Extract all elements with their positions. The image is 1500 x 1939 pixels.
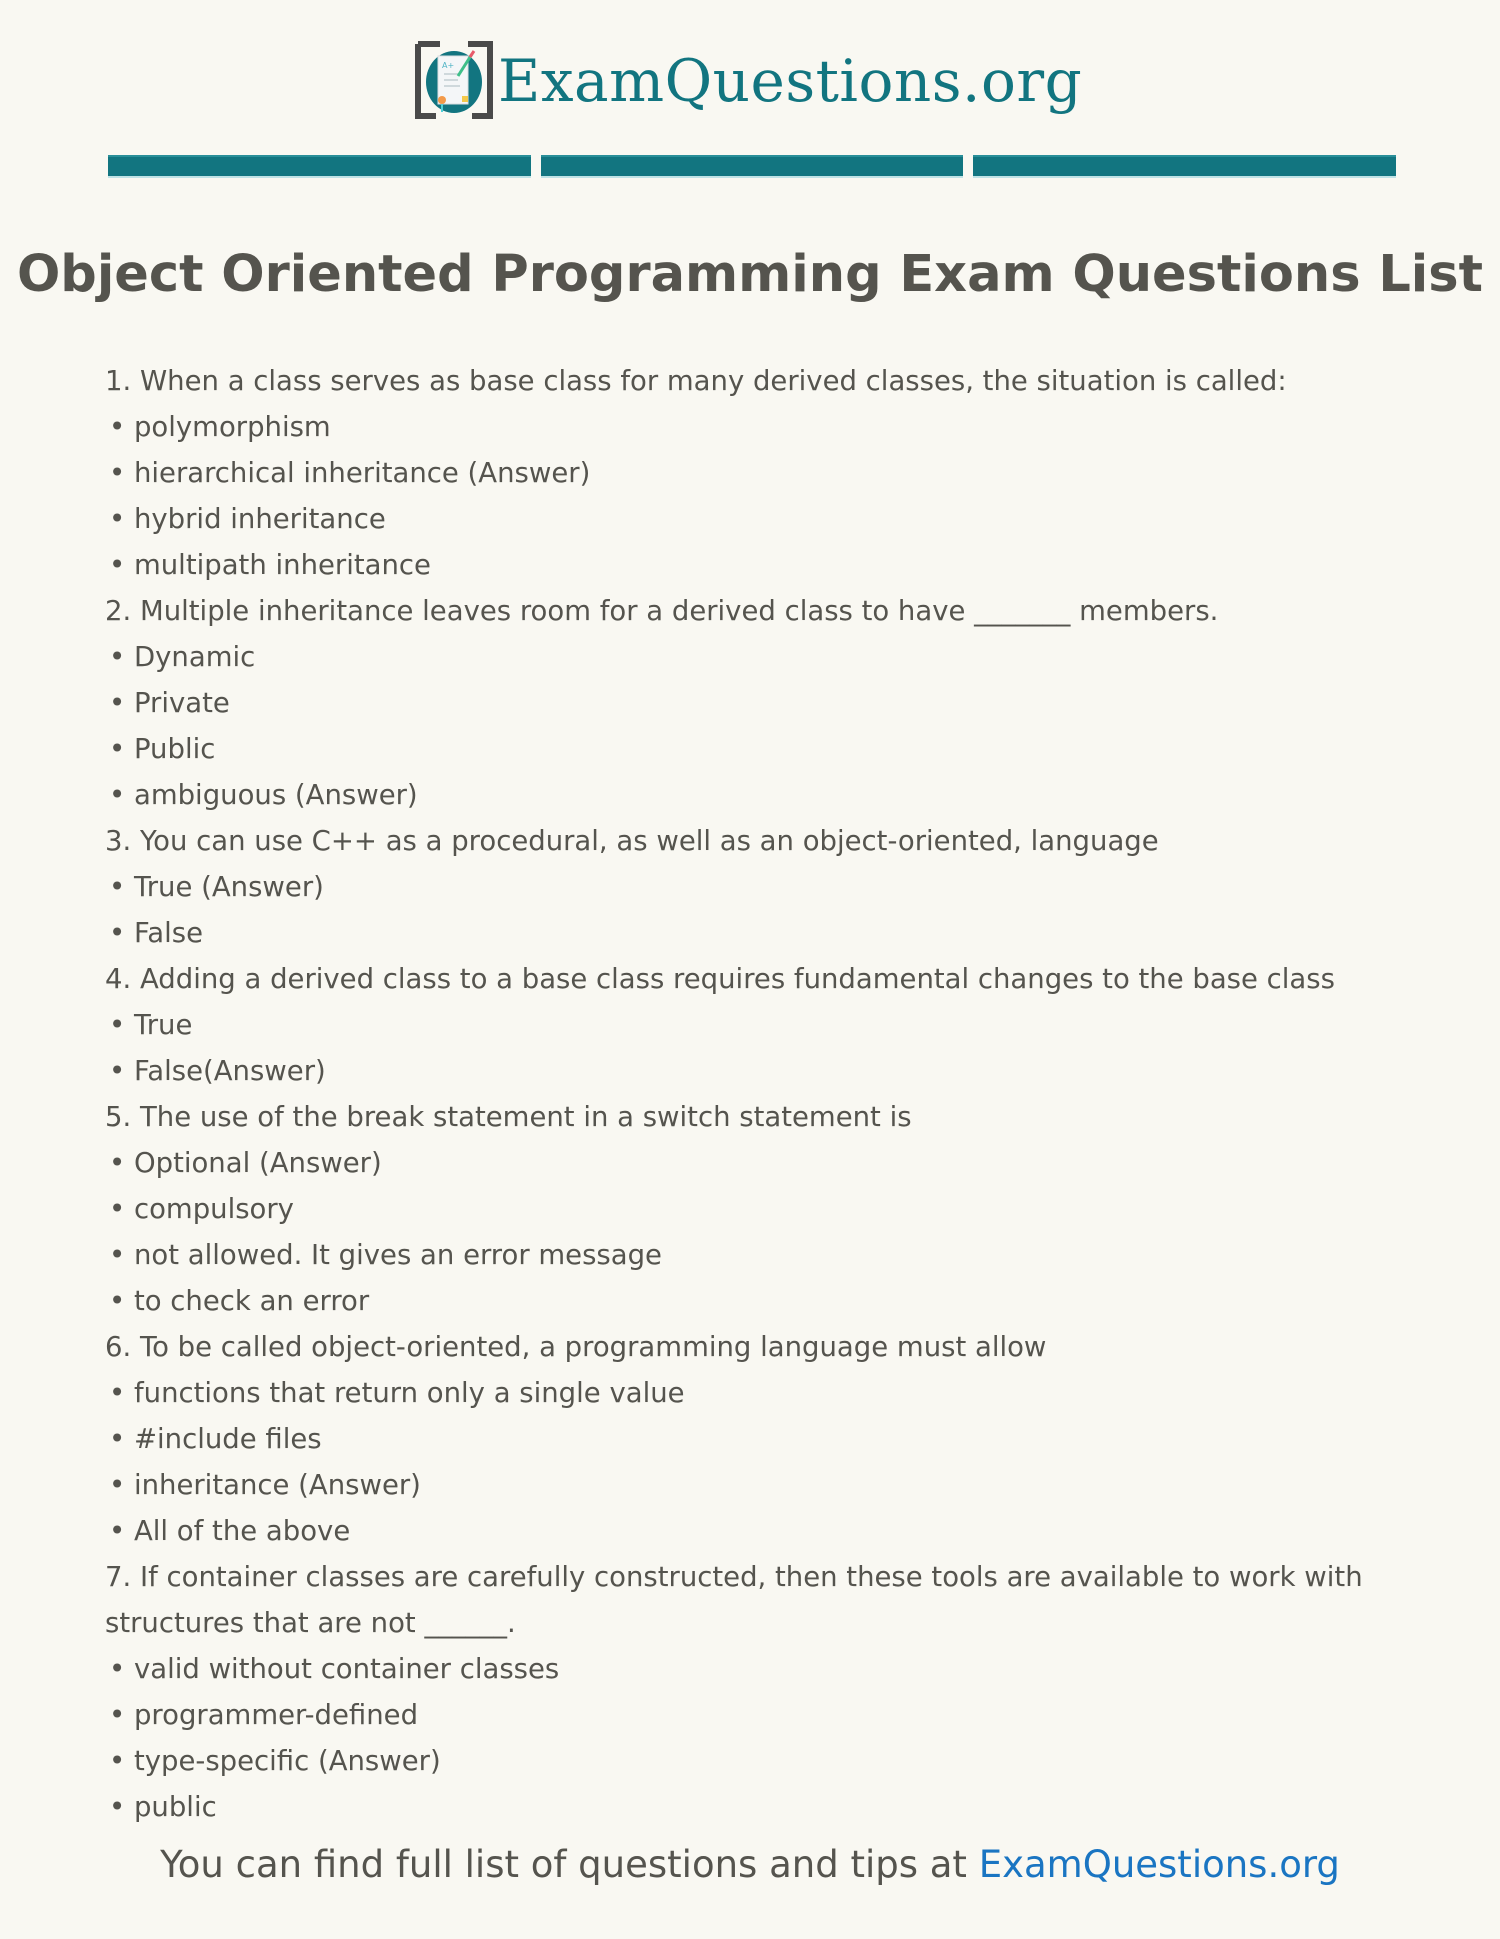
option: • type-specific (Answer) bbox=[109, 1745, 441, 1777]
question-text: 2. Multiple inheritance leaves room for … bbox=[105, 595, 1219, 627]
option: • True (Answer) bbox=[109, 871, 324, 903]
logo-text: ExamQuestions.org bbox=[498, 47, 1083, 115]
option: • programmer-defined bbox=[109, 1699, 419, 1731]
option: • Optional (Answer) bbox=[109, 1147, 382, 1179]
footer-text: You can find full list of questions and … bbox=[160, 1843, 979, 1886]
option: • valid without container classes bbox=[109, 1653, 560, 1685]
question-4: 4. Adding a derived class to a base clas… bbox=[105, 956, 1435, 1094]
option: • True bbox=[109, 1009, 193, 1041]
option: • compulsory bbox=[109, 1193, 294, 1225]
site-logo[interactable]: A+ ExamQuestions.org bbox=[414, 38, 1082, 122]
footer: You can find full list of questions and … bbox=[0, 1843, 1500, 1886]
option: • Private bbox=[109, 687, 230, 719]
question-3: 3. You can use C++ as a procedural, as w… bbox=[105, 818, 1435, 956]
question-text: 3. You can use C++ as a procedural, as w… bbox=[105, 825, 1159, 857]
divider-segment bbox=[108, 155, 531, 178]
question-6: 6. To be called object-oriented, a progr… bbox=[105, 1324, 1435, 1554]
option: • functions that return only a single va… bbox=[109, 1377, 685, 1409]
option: • ambiguous (Answer) bbox=[109, 779, 418, 811]
option: • inheritance (Answer) bbox=[109, 1469, 421, 1501]
question-1: 1. When a class serves as base class for… bbox=[105, 358, 1435, 588]
question-list: 1. When a class serves as base class for… bbox=[105, 358, 1435, 1830]
question-5: 5. The use of the break statement in a s… bbox=[105, 1094, 1435, 1324]
footer-link[interactable]: ExamQuestions.org bbox=[979, 1843, 1340, 1886]
option: • public bbox=[109, 1791, 217, 1823]
option: • hybrid inheritance bbox=[109, 503, 386, 535]
header-divider bbox=[108, 155, 1397, 178]
question-text: 5. The use of the break statement in a s… bbox=[105, 1101, 912, 1133]
option: • polymorphism bbox=[109, 411, 331, 443]
question-text: 7. If container classes are carefully co… bbox=[105, 1561, 1363, 1639]
question-text: 1. When a class serves as base class for… bbox=[105, 365, 1287, 397]
question-7: 7. If container classes are carefully co… bbox=[105, 1554, 1435, 1830]
question-2: 2. Multiple inheritance leaves room for … bbox=[105, 588, 1435, 818]
question-text: 6. To be called object-oriented, a progr… bbox=[105, 1331, 1047, 1363]
exam-paper-icon: A+ bbox=[414, 40, 494, 120]
option: • False bbox=[109, 917, 203, 949]
option: • Public bbox=[109, 733, 216, 765]
option: • All of the above bbox=[109, 1515, 351, 1547]
option: • not allowed. It gives an error message bbox=[109, 1239, 662, 1271]
question-text: 4. Adding a derived class to a base clas… bbox=[105, 963, 1335, 995]
divider-segment bbox=[973, 155, 1397, 178]
option: • Dynamic bbox=[109, 641, 256, 673]
option: • False(Answer) bbox=[109, 1055, 326, 1087]
page-title: Object Oriented Programming Exam Questio… bbox=[16, 245, 1484, 304]
option: • multipath inheritance bbox=[109, 549, 431, 581]
option: • to check an error bbox=[109, 1285, 370, 1317]
svg-text:A+: A+ bbox=[442, 61, 454, 70]
divider-segment bbox=[540, 155, 964, 178]
option: • hierarchical inheritance (Answer) bbox=[109, 457, 591, 489]
option: • #include files bbox=[109, 1423, 322, 1455]
